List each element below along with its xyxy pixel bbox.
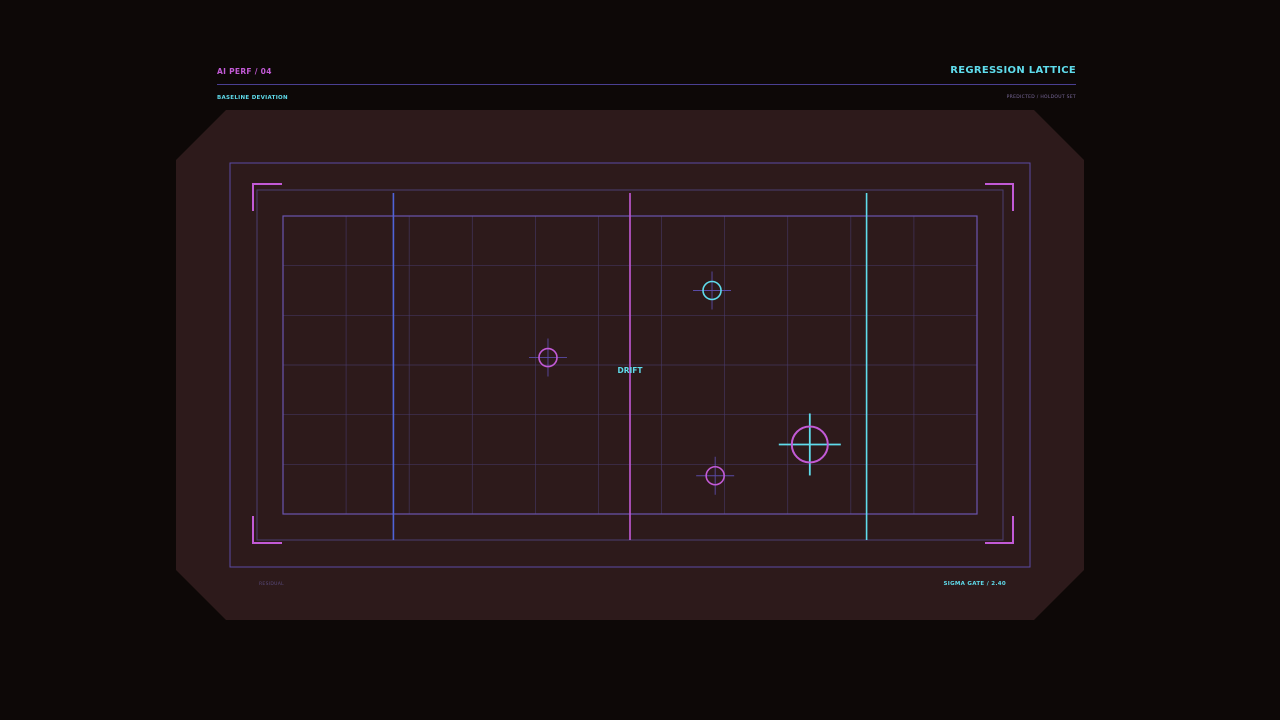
- hud-stage: AI PERF / 04 REGRESSION LATTICE BASELINE…: [0, 0, 1280, 720]
- reference-line-label: DRIFT: [617, 366, 643, 375]
- footer-right-label: SIGMA GATE / 2.40: [943, 581, 1006, 587]
- footer-left-label: RESIDUAL: [259, 582, 284, 587]
- regression-lattice-chart: DRIFT: [176, 110, 1084, 620]
